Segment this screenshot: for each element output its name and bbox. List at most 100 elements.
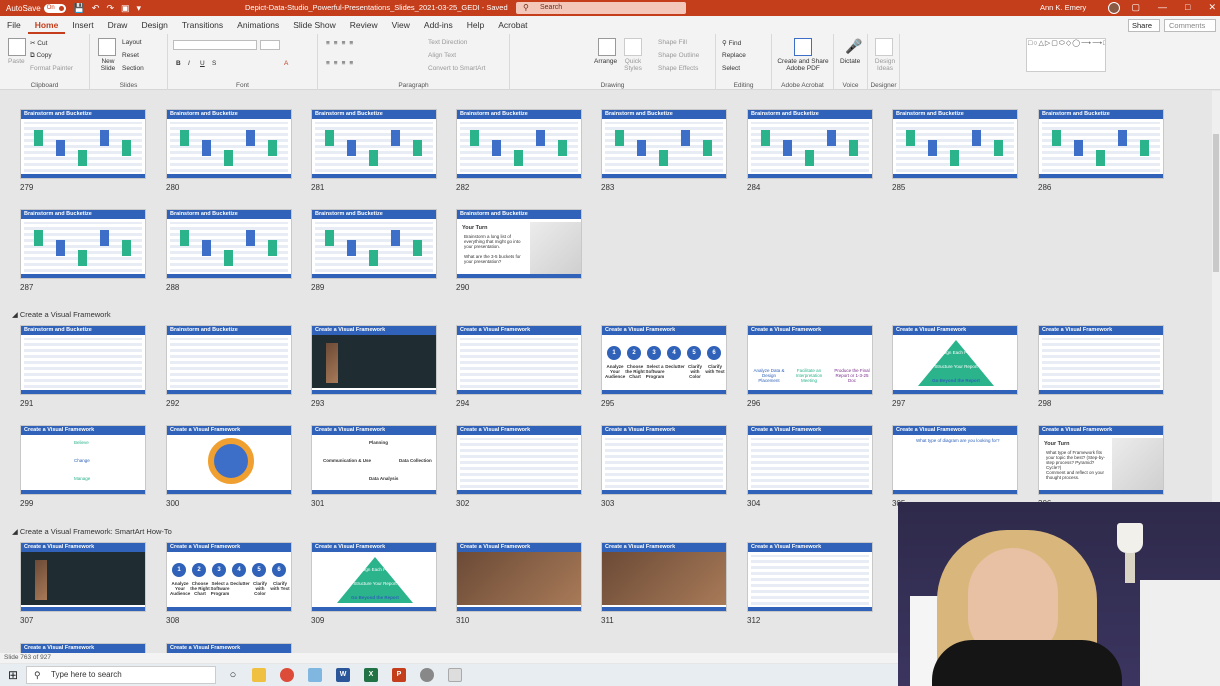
ribbon-display-icon[interactable]: ▢ [1132,2,1141,13]
align-text-button[interactable]: Align Text [428,52,456,59]
slide-thumbnail[interactable]: Create a Visual Framework Design Each Pag… [311,542,437,612]
present-icon[interactable]: ▣ [121,3,130,14]
windows-start-icon[interactable]: ⊞ [8,668,18,682]
arrange-button[interactable]: Arrange [594,58,617,65]
tab-animations[interactable]: Animations [230,16,286,34]
slide-thumbnail[interactable]: Create a Visual Framework [311,325,437,395]
slide-thumbnail[interactable]: Create a Visual Framework [456,425,582,495]
slide-thumbnail[interactable]: Create a Visual Framework Design Each Pag… [892,325,1018,395]
slide-thumbnail[interactable]: Brainstorm and Bucketize [747,109,873,179]
slide-thumbnail[interactable]: Create a Visual Framework [601,425,727,495]
slide-thumbnail[interactable]: Brainstorm and Bucketize [20,109,146,179]
user-name[interactable]: Ann K. Emery [1040,3,1086,12]
underline-button[interactable]: U [200,60,205,67]
text-direction-button[interactable]: Text Direction [428,39,467,46]
align-buttons[interactable]: ≡≡≡≡ [326,60,357,67]
convert-smartart-button[interactable]: Convert to SmartArt [428,65,485,72]
font-color-icon[interactable]: A [284,60,288,67]
redo-icon[interactable]: ↷ [106,3,114,14]
paste-icon[interactable] [8,38,26,56]
undo-icon[interactable]: ↶ [92,3,100,14]
reset-button[interactable]: Reset [122,52,139,59]
customize-icon[interactable]: ▾ [137,3,142,14]
replace-button[interactable]: Replace [722,52,746,59]
slide-thumbnail[interactable]: Brainstorm and Bucketize [456,109,582,179]
font-size-dropdown[interactable] [260,40,280,50]
slide-thumbnail[interactable]: Create a Visual Framework 1 Analyze Your A… [601,325,727,395]
tab-slide-show[interactable]: Slide Show [286,16,343,34]
slide-thumbnail[interactable]: Brainstorm and Bucketize [166,109,292,179]
quick-styles-button[interactable]: Quick Styles [620,58,646,72]
arrange-icon[interactable] [598,38,616,56]
select-button[interactable]: Select [722,65,740,72]
section-button[interactable]: Section [122,65,144,72]
tab-add-ins[interactable]: Add-ins [417,16,460,34]
taskbar-search[interactable]: ⚲ Type here to search [26,666,216,684]
pdf-icon[interactable] [794,38,812,56]
strikethrough-button[interactable]: S [212,60,216,67]
tab-transitions[interactable]: Transitions [175,16,230,34]
design-ideas-icon[interactable] [875,38,893,56]
autosave-switch[interactable]: On [43,3,66,13]
cortana-icon[interactable]: ○ [226,668,240,682]
section-header[interactable]: ◢ Create a Visual Framework [12,310,111,319]
excel-icon[interactable]: X [364,668,378,682]
tab-insert[interactable]: Insert [65,16,100,34]
bold-button[interactable]: B [176,60,181,67]
slide-thumbnail[interactable]: Create a Visual Framework Analyze Data & … [747,325,873,395]
tab-acrobat[interactable]: Acrobat [491,16,534,34]
create-pdf-button[interactable]: Create and Share Adobe PDF [774,58,832,72]
save-icon[interactable]: 💾 [74,3,85,14]
slide-thumbnail[interactable]: Create a Visual Framework [20,542,146,612]
slide-thumbnail[interactable]: Brainstorm and Bucketize [1038,109,1164,179]
microphone-icon[interactable]: 🎤 [845,38,862,55]
section-header[interactable]: ◢ Create a Visual Framework: SmartArt Ho… [12,527,172,536]
word-icon[interactable]: W [336,668,350,682]
slide-thumbnail[interactable]: Brainstorm and Bucketize [601,109,727,179]
close-icon[interactable]: ✕ [1208,2,1216,13]
layout-button[interactable]: Layout [122,39,142,46]
slide-thumbnail[interactable]: Brainstorm and Bucketize Your Turn Brainst… [456,209,582,279]
app-icon[interactable] [308,668,322,682]
shape-effects-button[interactable]: Shape Effects [658,65,698,72]
paste-button[interactable]: Paste [8,58,25,65]
dictate-button[interactable]: Dictate [840,58,860,65]
slide-thumbnail[interactable]: Brainstorm and Bucketize [166,325,292,395]
slide-thumbnail[interactable]: Create a Visual Framework [1038,325,1164,395]
font-family-dropdown[interactable] [173,40,257,50]
slide-thumbnail[interactable]: Create a Visual Framework Believe Change Ma… [20,425,146,495]
slide-thumbnail[interactable]: Create a Visual Framework [166,643,292,653]
slide-thumbnail[interactable]: Brainstorm and Bucketize [20,209,146,279]
new-slide-button[interactable]: New Slide [96,58,120,72]
tab-home[interactable]: Home [27,16,66,34]
slide-thumbnail[interactable]: Create a Visual Framework [747,542,873,612]
slide-thumbnail[interactable]: Brainstorm and Bucketize [20,325,146,395]
slide-thumbnail[interactable]: Create a Visual Framework Planning Data Co… [311,425,437,495]
share-button[interactable]: Share [1128,19,1160,32]
slide-thumbnail[interactable]: Brainstorm and Bucketize [892,109,1018,179]
slide-thumbnail[interactable]: Create a Visual Framework 1 Analyze Your A… [166,542,292,612]
slide-thumbnail[interactable]: Create a Visual Framework Your Turn What t… [1038,425,1164,495]
slide-thumbnail[interactable]: Create a Visual Framework [20,643,146,653]
slide-thumbnail[interactable]: Create a Visual Framework [747,425,873,495]
list-buttons[interactable]: ≡≡≡≡ [326,40,357,47]
shapes-gallery[interactable]: □○△▷▢⬭◇◯⟶⟶□○△▷▢◇ [1026,38,1106,72]
slide-thumbnail[interactable]: Create a Visual Framework [166,425,292,495]
copy-button[interactable]: ⧉ Copy [30,52,52,60]
quick-styles-icon[interactable] [624,38,642,56]
tab-draw[interactable]: Draw [101,16,135,34]
slide-thumbnail[interactable]: Brainstorm and Bucketize [166,209,292,279]
design-ideas-button[interactable]: Design Ideas [872,58,898,72]
slide-thumbnail[interactable]: Create a Visual Framework [456,325,582,395]
slide-thumbnail[interactable]: Brainstorm and Bucketize [311,209,437,279]
italic-button[interactable]: I [188,60,190,67]
keyboard-icon[interactable] [448,668,462,682]
file-explorer-icon[interactable] [252,668,266,682]
slide-thumbnail[interactable]: Create a Visual Framework [456,542,582,612]
maximize-icon[interactable]: □ [1185,2,1190,13]
chrome-icon[interactable] [280,668,294,682]
minimize-icon[interactable]: — [1158,2,1167,13]
slide-thumbnail[interactable]: Create a Visual Framework [601,542,727,612]
autosave-toggle[interactable]: AutoSave On [6,3,66,13]
format-painter-button[interactable]: Format Painter [30,65,73,72]
